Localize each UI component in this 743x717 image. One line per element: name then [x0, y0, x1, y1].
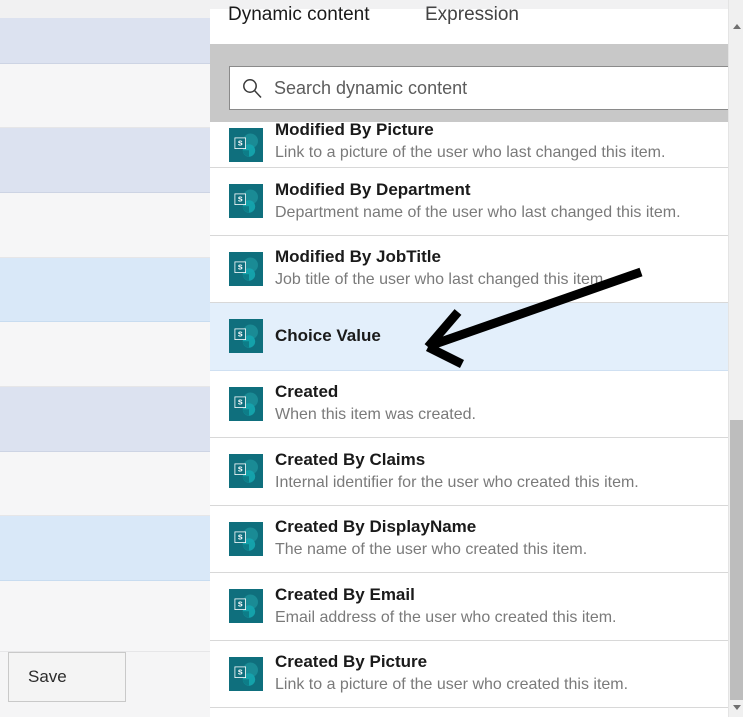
dynamic-content-item-description: Job title of the user who last changed t… [275, 271, 608, 289]
form-row [0, 193, 210, 258]
flyout-tabstrip: Dynamic content Expression [210, 0, 743, 48]
dynamic-content-item-title: Choice Value [275, 326, 381, 346]
sharepoint-icon: s [229, 589, 263, 624]
search-band [210, 44, 743, 131]
sharepoint-icon: s [229, 128, 263, 162]
svg-text:s: s [238, 329, 243, 339]
sharepoint-icon: s [229, 454, 263, 489]
dynamic-content-item-text: Modified By Picture Link to a picture of … [275, 122, 665, 164]
save-button[interactable]: Save [8, 652, 126, 702]
form-row [0, 387, 210, 452]
dynamic-content-item[interactable]: s Choice Value [210, 303, 729, 371]
dynamic-content-item-text: Created By Email Email address of the use… [275, 584, 617, 629]
dynamic-content-item[interactable]: s Created By Email Email address of the us… [210, 573, 729, 641]
dynamic-content-item-description: Department name of the user who last cha… [275, 203, 681, 221]
form-row [0, 258, 210, 322]
screen: Save Dynamic content Expression sModifie [0, 0, 743, 717]
svg-text:s: s [238, 531, 243, 541]
dynamic-content-item-text: Created When this item was created. [275, 381, 476, 426]
scroll-down-arrow-icon[interactable] [729, 699, 743, 715]
dynamic-content-item-description: Internal identifier for the user who cre… [275, 473, 639, 491]
dynamic-content-item-title: Created [275, 382, 339, 402]
dynamic-content-item-title: Modified By Department [275, 179, 471, 199]
svg-text:s: s [238, 138, 243, 148]
sharepoint-icon: s [229, 386, 263, 421]
form-row [0, 322, 210, 387]
vertical-scrollbar[interactable] [728, 0, 743, 717]
dynamic-content-item-title: Created By DisplayName [275, 517, 477, 537]
scroll-up-arrow-icon[interactable] [729, 18, 743, 34]
sharepoint-icon: s [229, 319, 263, 354]
svg-text:s: s [238, 396, 243, 406]
dynamic-content-item[interactable]: s Modified By JobTitle Job title of the us… [210, 235, 729, 303]
sharepoint-icon: s [229, 184, 263, 219]
dynamic-content-item-description: Link to a picture of the user who last c… [275, 144, 666, 162]
search-icon [230, 66, 274, 110]
scroll-thumb[interactable] [730, 420, 743, 700]
dynamic-content-item[interactable]: s Created By Claims Internal identifier fo… [210, 438, 729, 506]
dynamic-content-item-description: The name of the user who created this it… [275, 541, 588, 559]
dynamic-content-item-text: Created By Picture Link to a picture of t… [275, 651, 628, 696]
tab-dynamic-content[interactable]: Dynamic content [228, 5, 370, 40]
dynamic-content-item[interactable]: s Modified By Picture Link to a picture of… [210, 122, 729, 168]
dynamic-content-item[interactable]: s Created When this item was created. [210, 370, 729, 438]
dynamic-content-flyout: Dynamic content Expression s Modified By … [210, 0, 743, 717]
form-row [0, 516, 210, 581]
dynamic-content-item-title: Created By Email [275, 584, 415, 604]
form-row [0, 581, 210, 652]
form-row [0, 18, 210, 64]
sharepoint-icon: s [229, 251, 263, 286]
search-input[interactable] [274, 68, 714, 108]
form-top-strip [0, 0, 210, 18]
dynamic-content-item[interactable]: s Created By Picture Link to a picture of … [210, 640, 729, 708]
dynamic-content-item-text: Modified By JobTitle Job title of the use… [275, 246, 608, 291]
dynamic-content-item-title: Modified By JobTitle [275, 247, 441, 267]
dynamic-content-item-text: Created By Claims Internal identifier for… [275, 449, 639, 494]
tab-expression[interactable]: Expression [425, 5, 519, 40]
dynamic-content-item-title: Created By Claims [275, 449, 426, 469]
form-row [0, 452, 210, 516]
dynamic-content-item-description: When this item was created. [275, 406, 476, 424]
dynamic-content-item-title: Modified By Picture [275, 122, 434, 140]
dynamic-content-item-description: Email address of the user who created th… [275, 608, 617, 626]
sharepoint-icon: s [229, 656, 263, 691]
svg-text:s: s [238, 194, 243, 204]
dynamic-content-item[interactable]: s Modified By Department Department name o… [210, 168, 729, 236]
svg-text:s: s [238, 666, 243, 676]
form-row [0, 128, 210, 193]
sharepoint-icon: s [229, 521, 263, 556]
dynamic-content-item-description: Link to a picture of the user who create… [275, 676, 629, 694]
dynamic-content-item[interactable]: s Created By DisplayName The name of the u… [210, 505, 729, 573]
form-background-pane: Save [0, 0, 210, 717]
dynamic-content-item-title: Created By Picture [275, 652, 428, 672]
form-row [0, 64, 210, 128]
svg-text:s: s [238, 464, 243, 474]
search-box[interactable] [229, 66, 741, 110]
dynamic-content-item-text: Created By DisplayName The name of the us… [275, 516, 587, 561]
svg-text:s: s [238, 261, 243, 271]
svg-text:s: s [238, 599, 243, 609]
dynamic-content-item-text: Modified By Department Department name of… [275, 179, 681, 224]
dynamic-content-item-text: Choice Value [275, 326, 381, 346]
dynamic-content-list[interactable]: s Modified By Picture Link to a picture of… [210, 122, 729, 717]
